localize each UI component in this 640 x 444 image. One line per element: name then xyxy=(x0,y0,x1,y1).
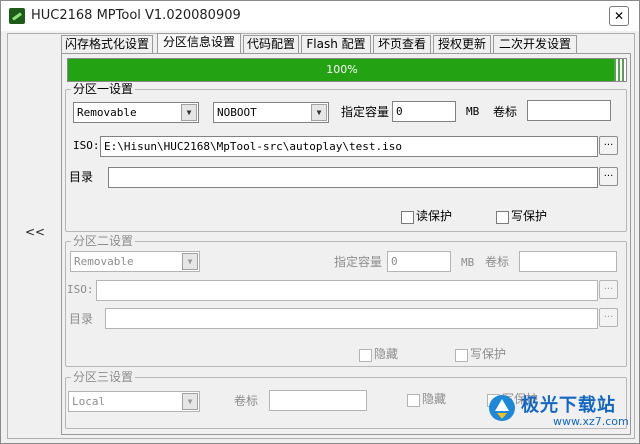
partition2-iso-label: ISO: xyxy=(67,283,94,296)
partition1-iso-label: ISO: xyxy=(73,139,100,152)
partition2-write-protect-label: 写保护 xyxy=(470,347,507,361)
watermark-text: 极光下载站 xyxy=(521,395,616,416)
app-logo-icon xyxy=(9,8,25,24)
partition2-legend: 分区二设置 xyxy=(71,234,136,248)
partition1-type-value: Removable xyxy=(77,106,137,119)
progress-edge xyxy=(614,59,626,81)
app-window: HUC2168 MPTool V1.020080909 ✕ << 闪存格式化设置… xyxy=(0,0,640,444)
progress-label: 100% xyxy=(326,63,358,76)
partition1-capacity-label: 指定容量 xyxy=(341,105,390,119)
partition1-volume-label: 卷标 xyxy=(493,105,518,119)
window-title: HUC2168 MPTool V1.020080909 xyxy=(31,8,241,23)
chevron-down-icon[interactable]: ▼ xyxy=(182,253,198,270)
partition1-write-protect-label: 写保护 xyxy=(511,209,548,223)
partition2-write-protect-checkbox[interactable] xyxy=(455,349,468,362)
partition2-iso-browse-button[interactable]: ... xyxy=(599,280,618,299)
watermark-logo-icon xyxy=(489,395,515,421)
partition3-type-select[interactable]: Local ▼ xyxy=(68,391,200,412)
tab-code-config[interactable]: 代码配置 xyxy=(243,35,299,53)
partition3-hide-checkbox[interactable] xyxy=(407,394,420,407)
partition1-boot-select[interactable]: NOBOOT ▼ xyxy=(213,102,329,123)
title-bar: HUC2168 MPTool V1.020080909 ✕ xyxy=(1,1,639,31)
partition1-write-protect-checkbox[interactable] xyxy=(496,211,509,224)
partition1-volume-input[interactable] xyxy=(527,100,611,121)
partition1-dir-label: 目录 xyxy=(69,170,94,184)
partition1-dir-input[interactable] xyxy=(108,167,598,188)
partition1-read-protect-label: 读保护 xyxy=(416,209,453,223)
partition1-dir-browse-button[interactable]: ... xyxy=(599,167,618,186)
partition1-boot-value: NOBOOT xyxy=(217,106,257,119)
progress-bar: 100% xyxy=(67,58,627,82)
partition3-volume-label: 卷标 xyxy=(234,394,259,408)
partition3-legend: 分区三设置 xyxy=(71,370,136,384)
chevron-down-icon[interactable]: ▼ xyxy=(181,104,197,121)
tab-flash-format[interactable]: 闪存格式化设置 xyxy=(61,35,153,53)
partition2-dir-browse-button[interactable]: ... xyxy=(599,308,618,327)
partition2-hide-label: 隐藏 xyxy=(374,347,399,361)
partition2-type-value: Removable xyxy=(74,255,134,268)
tab-flash-config[interactable]: Flash 配置 xyxy=(301,35,371,53)
tab-license-update[interactable]: 授权更新 xyxy=(433,35,491,53)
partition1-capacity-input[interactable]: 0 xyxy=(392,101,456,122)
partition3-hide-label: 隐藏 xyxy=(422,392,447,406)
partition2-capacity-label: 指定容量 xyxy=(334,255,383,269)
collapse-sidebar-button[interactable]: << xyxy=(25,225,45,239)
partition1-unit-label: MB xyxy=(466,105,480,118)
partition2-type-select[interactable]: Removable ▼ xyxy=(70,251,200,272)
partition3-type-value: Local xyxy=(72,395,106,408)
chevron-down-icon[interactable]: ▼ xyxy=(182,393,198,410)
watermark-url: www.xz7.com xyxy=(553,415,629,428)
partition1-read-protect-checkbox[interactable] xyxy=(401,211,414,224)
partition2-iso-input[interactable] xyxy=(96,280,598,301)
tab-partition-info[interactable]: 分区信息设置 xyxy=(157,33,241,53)
partition2-unit-label: MB xyxy=(461,256,475,269)
watermark: 极光下载站 www.xz7.com xyxy=(487,387,637,435)
partition1-iso-browse-button[interactable]: ... xyxy=(599,136,618,155)
tab-secondary-dev[interactable]: 二次开发设置 xyxy=(493,35,577,53)
partition1-legend: 分区一设置 xyxy=(71,82,136,96)
chevron-down-icon[interactable]: ▼ xyxy=(311,104,327,121)
partition2-dir-input[interactable] xyxy=(105,308,598,329)
partition2-capacity-input[interactable]: 0 xyxy=(387,251,451,272)
partition2-volume-label: 卷标 xyxy=(485,255,510,269)
partition1-type-select[interactable]: Removable ▼ xyxy=(73,102,199,123)
partition3-volume-input[interactable] xyxy=(269,390,367,411)
partition2-dir-label: 目录 xyxy=(69,312,94,326)
partition1-iso-input[interactable]: E:\Hisun\HUC2168\MpTool-src\autoplay\tes… xyxy=(100,136,598,157)
tab-bad-page[interactable]: 坏页查看 xyxy=(373,35,431,53)
partition2-hide-checkbox[interactable] xyxy=(359,349,372,362)
partition2-volume-input[interactable] xyxy=(519,251,617,272)
close-button[interactable]: ✕ xyxy=(609,6,629,26)
